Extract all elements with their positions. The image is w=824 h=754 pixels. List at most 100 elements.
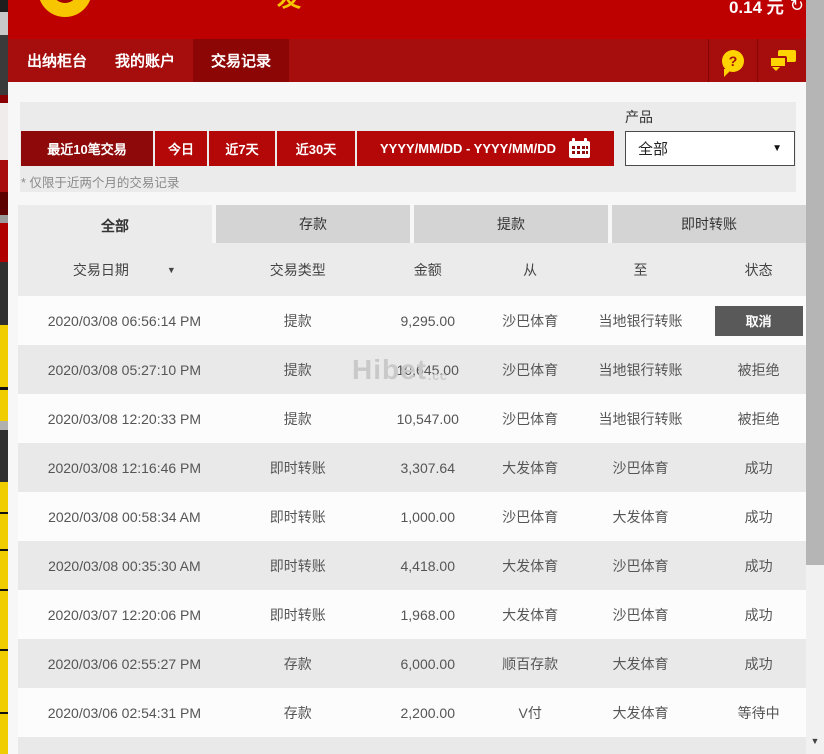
cell-status: 被拒绝 (711, 409, 806, 429)
cell-from: 顺百存款 (491, 654, 570, 674)
product-select-value: 全部 (638, 138, 668, 159)
cell-date: 2020/03/08 06:56:14 PM (18, 313, 231, 329)
scrollbar-down-arrow[interactable]: ▼ (806, 736, 824, 746)
top-header: 发 0.14 元 ↻ (8, 0, 806, 39)
cell-from: 沙巴体育 (491, 507, 570, 527)
cell-amount: 1,000.00 (365, 509, 491, 525)
cell-to: 沙巴体育 (570, 605, 712, 625)
filter-button-row: 最近10笔交易今日近7天近30天 YYYY/MM/DD - YYYY/MM/DD (21, 131, 614, 166)
table-row: 2020/03/06 02:55:27 PM存款6,000.00顺百存款大发体育… (18, 639, 806, 688)
cell-to: 大发体育 (570, 507, 712, 527)
chat-button[interactable] (757, 39, 806, 82)
date-range-button[interactable]: YYYY/MM/DD - YYYY/MM/DD (357, 131, 614, 166)
refresh-balance-icon[interactable]: ↻ (790, 0, 804, 16)
cell-status: 成功 (711, 605, 806, 625)
table-row: 2020/03/08 00:58:34 AM即时转账1,000.00沙巴体育大发… (18, 492, 806, 541)
table-header: 交易日期▼ 交易类型 金额 从 至 状态 (18, 243, 806, 296)
header-label-3: 从 (523, 260, 537, 280)
cell-type: 存款 (231, 654, 365, 674)
cell-type: 存款 (231, 703, 365, 723)
partial-next-row (18, 737, 806, 754)
main-column: 发 0.14 元 ↻ 出纳柜台我的账户交易记录 ? 产品 (8, 0, 806, 754)
cell-type: 即时转账 (231, 458, 365, 478)
cell-from: 大发体育 (491, 458, 570, 478)
balance-amount: 0.14 元 (729, 0, 784, 18)
header-cell-3: 从 (491, 260, 570, 280)
cancel-button[interactable]: 取消 (715, 306, 803, 336)
cell-date: 2020/03/08 12:20:33 PM (18, 411, 231, 427)
header-label-2: 金额 (414, 260, 442, 280)
header-cell-2: 金额 (365, 260, 491, 280)
filter-note: * 仅限于近两个月的交易记录 (21, 172, 179, 191)
balance: 0.14 元 ↻ (729, 0, 804, 18)
filter-panel: 产品 最近10笔交易今日近7天近30天 YYYY/MM/DD - YYYY/MM… (20, 102, 796, 192)
filter-period-button-0[interactable]: 最近10笔交易 (21, 131, 153, 166)
cell-to: 当地银行转账 (570, 311, 712, 331)
header-cell-0: 交易日期▼ (18, 260, 231, 280)
cell-to: 当地银行转账 (570, 360, 712, 380)
cell-amount: 4,418.00 (365, 558, 491, 574)
cell-date: 2020/03/08 00:58:34 AM (18, 509, 231, 525)
header-label-4: 至 (633, 260, 647, 280)
nav-item-1[interactable]: 我的账户 (105, 39, 185, 82)
cell-status: 成功 (711, 458, 806, 478)
cell-type: 提款 (231, 409, 365, 429)
site-logo[interactable] (38, 0, 92, 17)
cell-date: 2020/03/08 12:16:46 PM (18, 460, 231, 476)
cell-status: 成功 (711, 507, 806, 527)
cell-date: 2020/03/08 05:27:10 PM (18, 362, 231, 378)
cell-to: 沙巴体育 (570, 556, 712, 576)
tab-3[interactable]: 即时转账 (612, 205, 806, 243)
transaction-tabs: 全部存款提款即时转账 (18, 205, 806, 243)
filter-period-button-3[interactable]: 近30天 (277, 131, 355, 166)
cell-type: 即时转账 (231, 556, 365, 576)
scrollbar-thumb[interactable] (806, 0, 824, 565)
header-cell-4: 至 (570, 260, 712, 280)
screen: 发 0.14 元 ↻ 出纳柜台我的账户交易记录 ? 产品 (0, 0, 824, 754)
nav-item-0[interactable]: 出纳柜台 (17, 39, 97, 82)
nav-item-2[interactable]: 交易记录 (193, 39, 289, 82)
cell-from: 大发体育 (491, 556, 570, 576)
cell-status: 被拒绝 (711, 360, 806, 380)
table-row: 2020/03/07 12:20:06 PM即时转账1,968.00大发体育沙巴… (18, 590, 806, 639)
help-icon: ? (722, 50, 744, 72)
sort-descending-icon[interactable]: ▼ (167, 265, 176, 275)
header-label-1: 交易类型 (270, 260, 326, 280)
scrollbar[interactable]: ▼ (806, 0, 824, 754)
table-body: 2020/03/08 06:56:14 PM 提款 9,295.00 沙巴体育 当地银行… (18, 296, 806, 737)
header-cell-5: 状态 (711, 260, 806, 280)
cell-from: 大发体育 (491, 605, 570, 625)
cell-status: 成功 (711, 556, 806, 576)
cell-date: 2020/03/08 00:35:30 AM (18, 558, 231, 574)
cell-amount: 1,968.00 (365, 607, 491, 623)
table-row: 2020/03/08 12:20:33 PM提款10,547.00沙巴体育当地银… (18, 394, 806, 443)
tab-2[interactable]: 提款 (414, 205, 608, 243)
cell-type: 即时转账 (231, 507, 365, 527)
header-banner-text: 发 (277, 0, 301, 11)
header-cell-1: 交易类型 (231, 260, 365, 280)
cell-amount: 10,645.00 (365, 362, 491, 378)
table-row: 2020/03/08 00:35:30 AM即时转账4,418.00大发体育沙巴… (18, 541, 806, 590)
cell-amount: 6,000.00 (365, 656, 491, 672)
tab-0[interactable]: 全部 (18, 205, 212, 247)
cell-status: 成功 (711, 654, 806, 674)
cell-status: 等待中 (711, 703, 806, 723)
cell-amount: 9,295.00 (365, 313, 491, 329)
chat-icon (769, 50, 796, 71)
help-button[interactable]: ? (708, 39, 757, 82)
cell-to: 沙巴体育 (570, 458, 712, 478)
chevron-down-icon: ▼ (772, 143, 782, 154)
cell-from: V付 (491, 703, 570, 723)
filter-period-button-1[interactable]: 今日 (155, 131, 207, 166)
cell-date: 2020/03/06 02:54:31 PM (18, 705, 231, 721)
table-row: 2020/03/08 12:16:46 PM即时转账3,307.64大发体育沙巴… (18, 443, 806, 492)
cell-amount: 2,200.00 (365, 705, 491, 721)
page-background-strip (0, 0, 8, 754)
tab-1[interactable]: 存款 (216, 205, 410, 243)
cell-date: 2020/03/06 02:55:27 PM (18, 656, 231, 672)
table-row: 2020/03/06 02:54:31 PM存款2,200.00V付大发体育等待… (18, 688, 806, 737)
filter-period-button-2[interactable]: 近7天 (209, 131, 275, 166)
cell-status: 取消 (711, 306, 806, 336)
product-select[interactable]: 全部 ▼ (625, 131, 795, 166)
header-label-5: 状态 (745, 260, 773, 280)
